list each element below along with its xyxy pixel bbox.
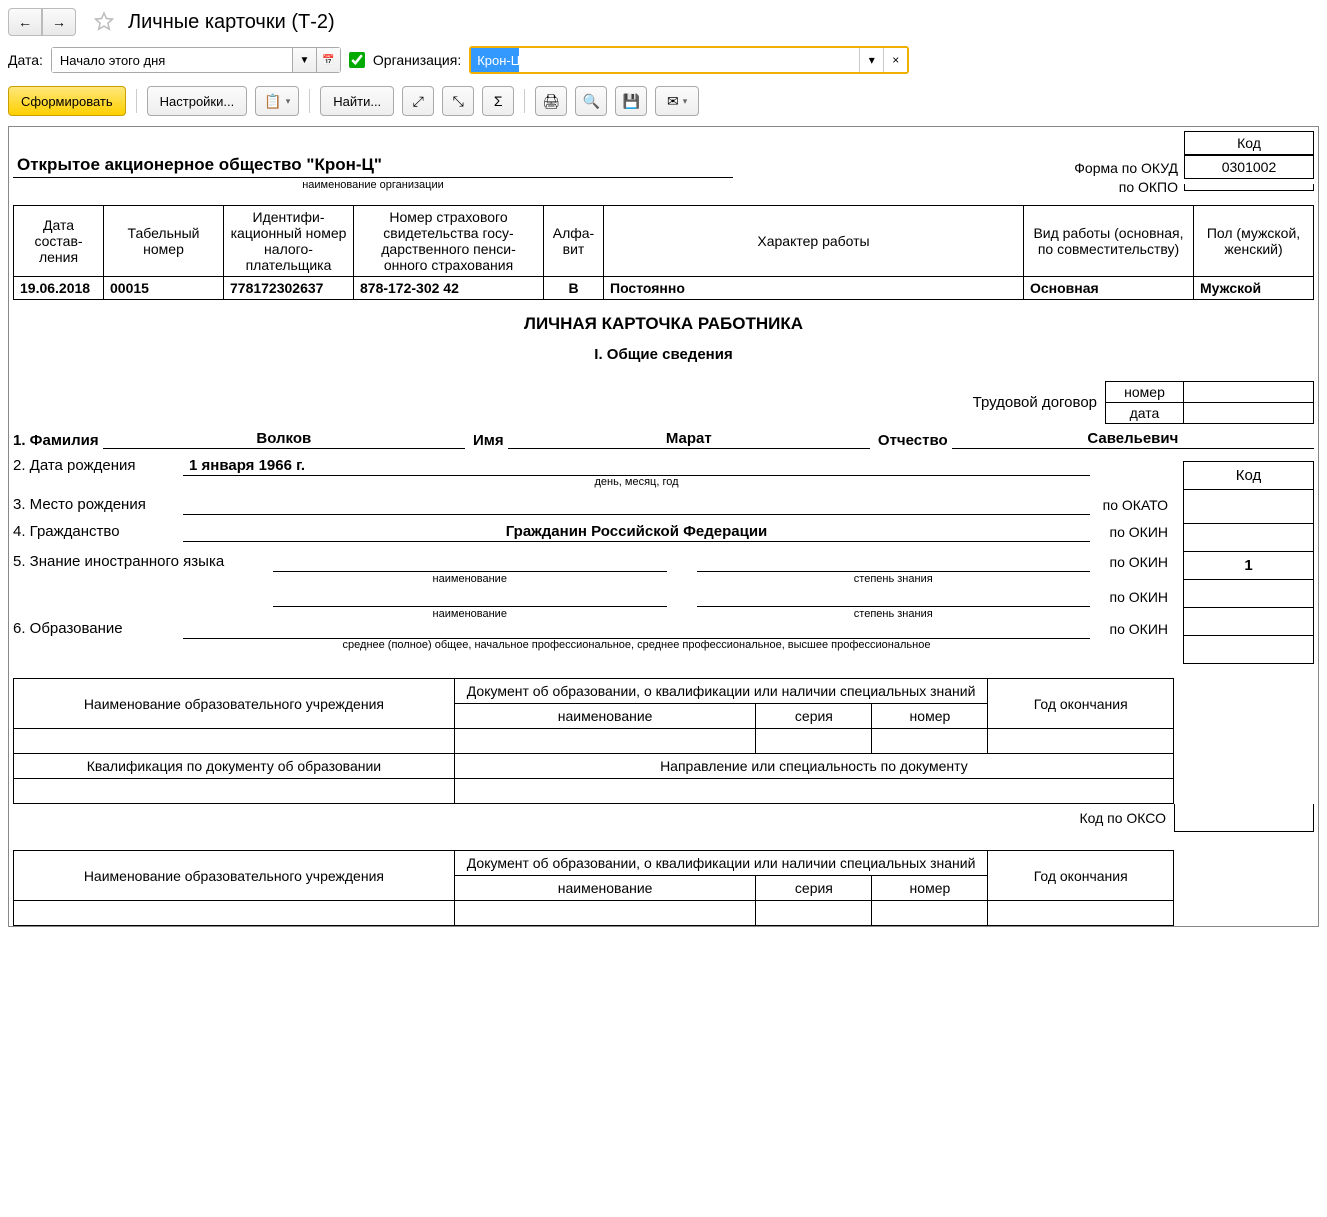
birth-date: 1 января 1966 г. bbox=[183, 457, 1090, 476]
expand-groups-button[interactable]: ⤢ bbox=[402, 86, 434, 116]
back-button[interactable]: ← bbox=[8, 8, 42, 36]
org-name: Открытое акционерное общество "Крон-Ц" bbox=[13, 155, 733, 178]
doc-title: ЛИЧНАЯ КАРТОЧКА РАБОТНИКА bbox=[13, 314, 1314, 334]
table-row: 19.06.2018 00015 778172302637 878-172-30… bbox=[14, 277, 1314, 300]
find-button[interactable]: Найти... bbox=[320, 86, 394, 116]
education-table-2: Наименование образовательного учреждения… bbox=[13, 850, 1174, 926]
surname-value: Волков bbox=[103, 430, 465, 449]
preview-button[interactable]: 🔍 bbox=[575, 86, 607, 116]
contract-table: номер дата bbox=[1105, 381, 1314, 424]
okso-label: Код по ОКСО bbox=[1071, 806, 1174, 830]
okpo-code bbox=[1185, 184, 1313, 190]
collapse-groups-button[interactable]: ⤡ bbox=[442, 86, 474, 116]
favorite-icon[interactable] bbox=[92, 10, 116, 34]
generate-button[interactable]: Сформировать bbox=[8, 86, 126, 116]
org-clear-button[interactable]: × bbox=[883, 48, 907, 72]
email-button[interactable]: ✉ bbox=[655, 86, 699, 116]
print-button[interactable]: 🖨 bbox=[535, 86, 567, 116]
org-checkbox[interactable] bbox=[349, 52, 365, 68]
okso-box bbox=[1174, 804, 1314, 832]
citizenship: Гражданин Российской Федерации bbox=[183, 523, 1090, 542]
section-title: I. Общие сведения bbox=[13, 346, 1314, 363]
patronymic-value: Савельевич bbox=[952, 430, 1314, 449]
date-label: Дата: bbox=[8, 52, 43, 68]
save-button[interactable]: 💾 bbox=[615, 86, 647, 116]
org-dropdown-button[interactable]: ▾ bbox=[859, 48, 883, 72]
code-header: Код bbox=[1185, 132, 1313, 155]
date-calendar-button[interactable]: 📅 bbox=[316, 48, 340, 72]
settings-button[interactable]: Настройки... bbox=[147, 86, 248, 116]
paste-button[interactable]: 📋 bbox=[255, 86, 299, 116]
okpo-label: по ОКПО bbox=[1044, 179, 1184, 195]
org-label: Организация: bbox=[373, 52, 461, 68]
org-name-sub: наименование организации bbox=[13, 179, 733, 191]
name-value: Марат bbox=[508, 430, 870, 449]
contract-label: Трудовой договор bbox=[973, 394, 1105, 411]
code-column: Код 1 bbox=[1183, 461, 1314, 664]
okud-code: 0301002 bbox=[1185, 156, 1313, 178]
date-dropdown-button[interactable]: ▼ bbox=[292, 48, 316, 72]
date-input[interactable] bbox=[52, 48, 292, 72]
header-table: Дата состав-ления Табельный номер Иденти… bbox=[13, 205, 1314, 300]
okud-label: Форма по ОКУД bbox=[1044, 160, 1184, 176]
report-area: Код Форма по ОКУД 0301002 по ОКПО Открыт… bbox=[8, 126, 1319, 927]
forward-button[interactable]: → bbox=[42, 8, 76, 36]
education-table-1: Наименование образовательного учреждения… bbox=[13, 678, 1174, 804]
sum-button[interactable]: Σ bbox=[482, 86, 514, 116]
page-title: Личные карточки (Т-2) bbox=[128, 11, 335, 34]
org-input[interactable] bbox=[471, 48, 859, 72]
